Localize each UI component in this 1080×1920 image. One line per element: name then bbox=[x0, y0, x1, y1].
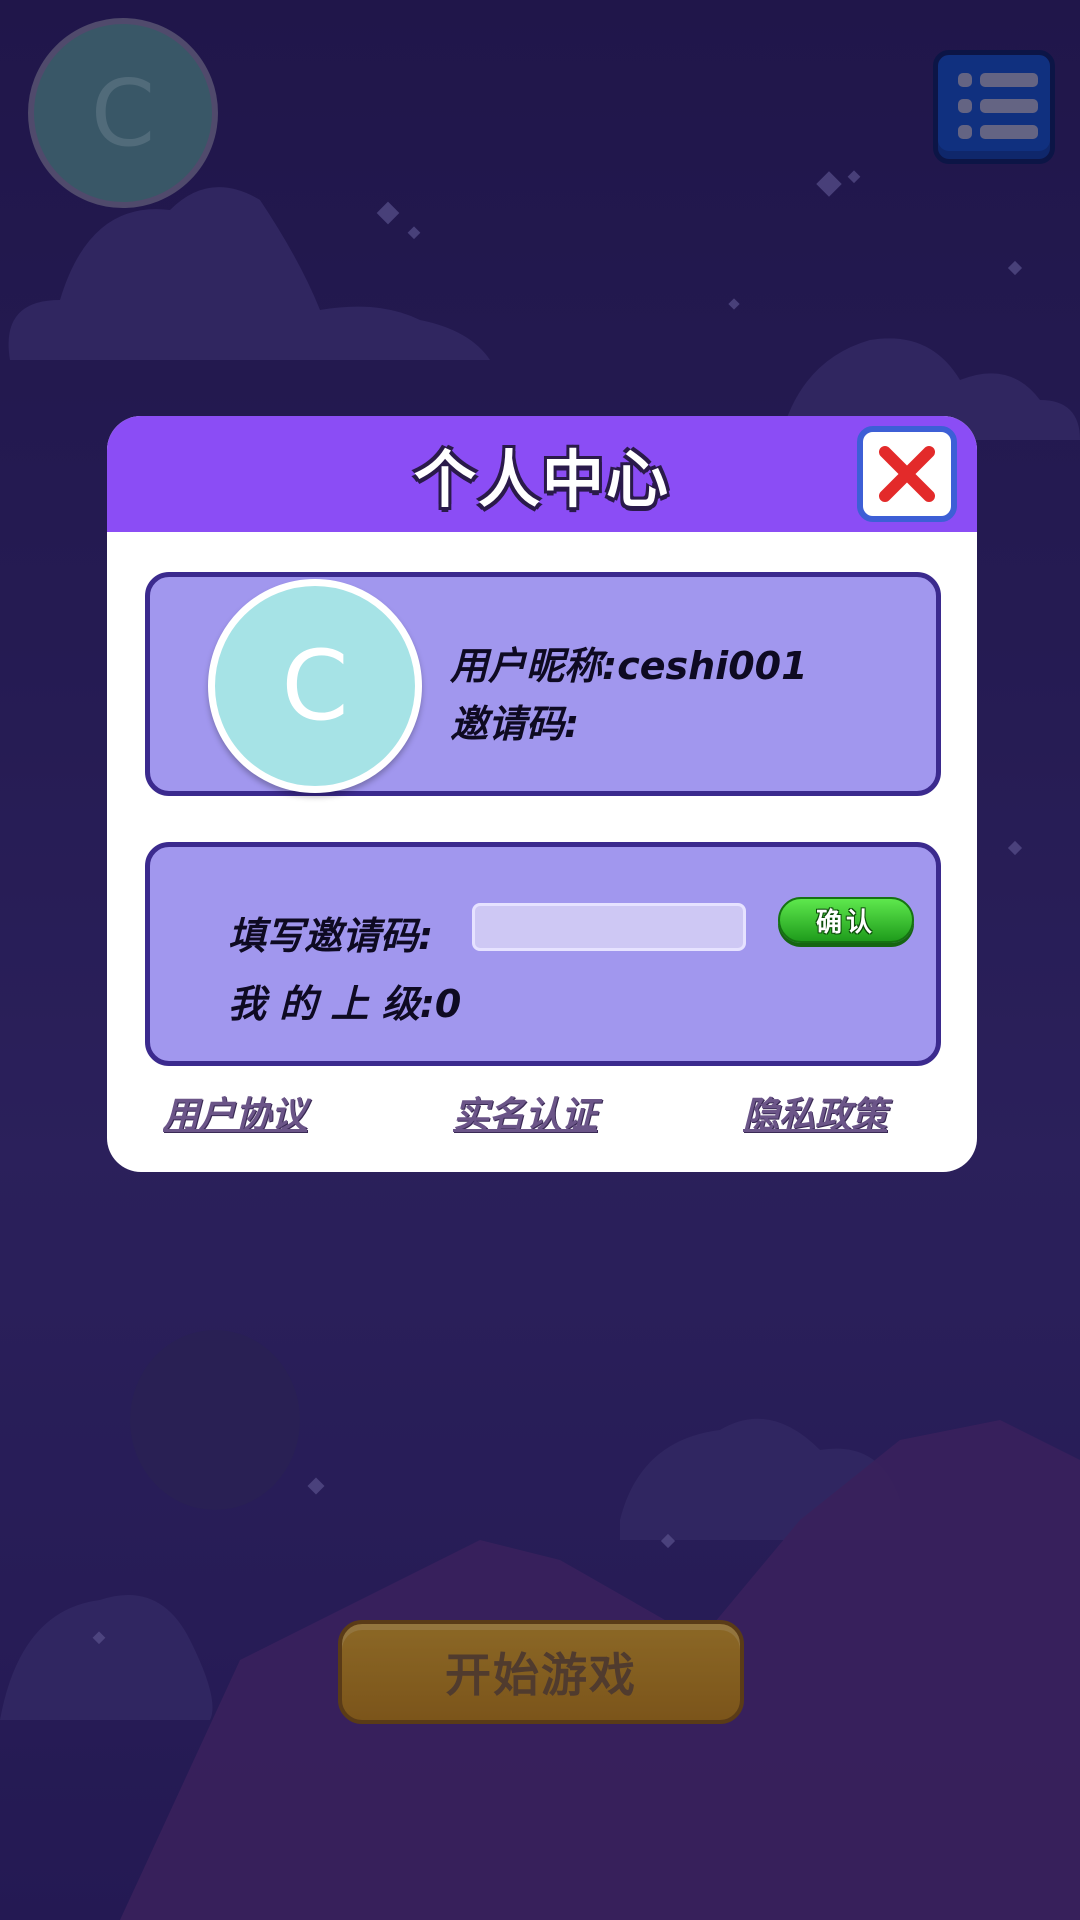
nickname-line: 用户昵称:ceshi001 bbox=[450, 635, 808, 690]
real-name-auth-link[interactable]: 实名认证 bbox=[453, 1086, 597, 1138]
superior-value: 0 bbox=[434, 982, 462, 1026]
nickname-value: ceshi001 bbox=[617, 644, 808, 688]
invite-panel: 填写邀请码: 确认 我 的 上 级:0 bbox=[145, 842, 941, 1066]
superior-label: 我 的 上 级: bbox=[228, 982, 435, 1026]
nickname-label: 用户昵称: bbox=[450, 644, 618, 688]
privacy-policy-link[interactable]: 隐私政策 bbox=[743, 1086, 887, 1138]
invite-code-label: 邀请码: bbox=[450, 702, 580, 746]
invite-code-line: 邀请码: bbox=[450, 693, 579, 748]
confirm-label: 确认 bbox=[815, 907, 876, 938]
profile-avatar: C bbox=[208, 579, 422, 793]
profile-avatar-letter: C bbox=[281, 630, 349, 742]
close-button[interactable] bbox=[857, 426, 957, 522]
confirm-button[interactable]: 确认 bbox=[778, 897, 914, 943]
user-agreement-link[interactable]: 用户协议 bbox=[163, 1086, 307, 1138]
invite-code-input[interactable] bbox=[472, 903, 746, 951]
profile-panel: C 用户昵称:ceshi001 邀请码: bbox=[145, 572, 941, 796]
close-x-icon bbox=[879, 446, 935, 502]
personal-center-modal: 个人中心 C 用户昵称:ceshi001 邀请码: 填写邀请码: 确认 我 的 … bbox=[107, 416, 977, 1172]
modal-title: 个人中心 bbox=[413, 443, 670, 516]
modal-header: 个人中心 bbox=[107, 416, 977, 532]
superior-line: 我 的 上 级:0 bbox=[228, 973, 461, 1028]
fill-invite-label: 填写邀请码: bbox=[228, 914, 434, 958]
